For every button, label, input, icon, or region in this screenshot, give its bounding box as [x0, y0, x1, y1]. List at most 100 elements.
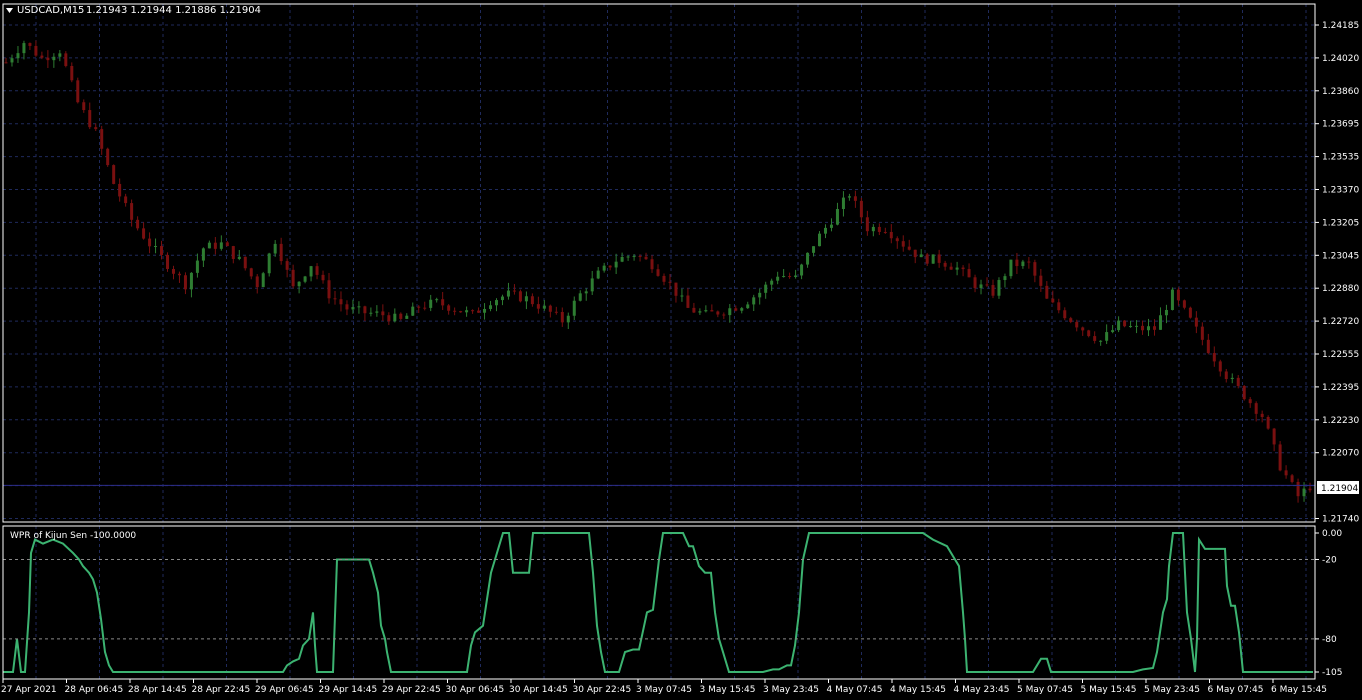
candle-body	[1057, 302, 1061, 311]
candle-body	[704, 310, 708, 312]
candle-body	[913, 249, 917, 258]
candle-body	[285, 261, 289, 270]
candle-body	[273, 243, 277, 254]
candle-body	[489, 305, 493, 309]
trading-chart[interactable]: 1.24185 1.24020 1.23860 1.23695 1.23535 1.233…	[0, 0, 1362, 700]
candle-body	[859, 200, 863, 218]
candle-body	[1176, 289, 1180, 301]
x-tick-label: 27 Apr 2021	[1, 685, 57, 695]
candle-body	[602, 265, 606, 271]
indicator-tick-label: -105	[1322, 668, 1342, 678]
candle-body	[154, 245, 158, 247]
candle-body	[620, 256, 624, 262]
candle-body	[782, 276, 786, 278]
candle-body	[225, 242, 229, 247]
candle-body	[1182, 300, 1186, 308]
candle-body	[148, 238, 152, 247]
candle-body	[171, 268, 175, 274]
y-tick-label: 1.22070	[1322, 449, 1359, 459]
candle-body	[656, 269, 660, 276]
candle-body	[907, 246, 911, 250]
candle-body	[70, 65, 74, 81]
candle-body	[22, 43, 26, 54]
candle-body	[788, 276, 792, 278]
candle-body	[506, 290, 510, 297]
candle-body	[1051, 298, 1055, 303]
candle-body	[650, 259, 654, 270]
candle-body	[554, 311, 558, 313]
y-tick-label: 1.22395	[1322, 383, 1359, 393]
candle-body	[614, 261, 618, 268]
candle-body	[58, 53, 62, 57]
candle-body	[524, 296, 528, 302]
candle-body	[710, 310, 714, 312]
candle-body	[315, 266, 319, 275]
x-tick-label: 5 May 23:45	[1144, 685, 1200, 695]
candle-body	[1296, 481, 1300, 497]
x-tick-label: 3 May 23:45	[763, 685, 819, 695]
candle-body	[560, 312, 564, 323]
candle-body	[34, 45, 38, 56]
candle-body	[1003, 276, 1007, 281]
candle-body	[279, 243, 283, 262]
candle-body	[722, 314, 726, 316]
candle-body	[477, 310, 481, 313]
candle-body	[674, 282, 678, 296]
candle-body	[1015, 259, 1019, 267]
candle-body	[1021, 261, 1025, 267]
candle-body	[692, 307, 696, 313]
candle-body	[381, 311, 385, 316]
y-tick-label: 1.23535	[1322, 153, 1359, 163]
candle-body	[4, 62, 8, 64]
candle-body	[495, 300, 499, 306]
x-tick-label: 3 May 07:45	[636, 685, 692, 695]
y-tick-label: 1.22555	[1322, 350, 1359, 360]
candle-body	[632, 256, 636, 258]
ohlc-values: 1.21943 1.21944 1.21886 1.21904	[86, 5, 261, 16]
candle-body	[327, 280, 331, 299]
x-tick-label: 28 Apr 06:45	[65, 685, 124, 695]
candle-body	[261, 273, 265, 288]
candle-body	[483, 308, 487, 313]
candle-body	[530, 296, 534, 305]
candle-body	[794, 275, 798, 278]
candle-body	[1200, 326, 1204, 340]
x-tick-label: 5 May 07:45	[1017, 685, 1073, 695]
y-tick-label: 1.24020	[1322, 54, 1359, 64]
price-label-text: 1.21904	[1321, 484, 1358, 494]
candle-body	[267, 253, 271, 274]
candle-body	[590, 278, 594, 292]
candle-body	[967, 269, 971, 278]
candle-body	[776, 276, 780, 281]
candle-body	[800, 264, 804, 276]
candle-body	[1212, 353, 1216, 362]
candle-body	[889, 231, 893, 239]
candle-body	[447, 305, 451, 311]
candle-body	[925, 254, 929, 264]
candle-body	[130, 203, 134, 220]
candle-body	[1194, 317, 1198, 327]
indicator-tick-label: -20	[1322, 555, 1337, 565]
candle-body	[919, 254, 923, 258]
candle-body	[644, 256, 648, 260]
candle-body	[1099, 340, 1103, 342]
candle-body	[1248, 399, 1252, 404]
candle-body	[1123, 320, 1127, 327]
candle-body	[1033, 262, 1037, 276]
candle-body	[321, 274, 325, 281]
candle-body	[1284, 470, 1288, 476]
chart-background	[0, 0, 1362, 700]
candle-body	[112, 165, 116, 184]
candle-body	[333, 298, 337, 300]
symbol-header: USDCAD,M15 1.21943 1.21944 1.21886 1.219…	[6, 5, 261, 16]
candle-body	[1230, 377, 1234, 380]
candle-body	[626, 256, 630, 258]
candle-body	[363, 306, 367, 314]
candle-body	[219, 242, 223, 249]
candle-body	[1302, 488, 1306, 497]
candle-body	[1224, 371, 1228, 380]
candle-body	[596, 270, 600, 279]
candle-body	[823, 227, 827, 234]
indicator-label: WPR of Kijun Sen -100.0000	[10, 531, 136, 541]
candle-body	[638, 256, 642, 258]
